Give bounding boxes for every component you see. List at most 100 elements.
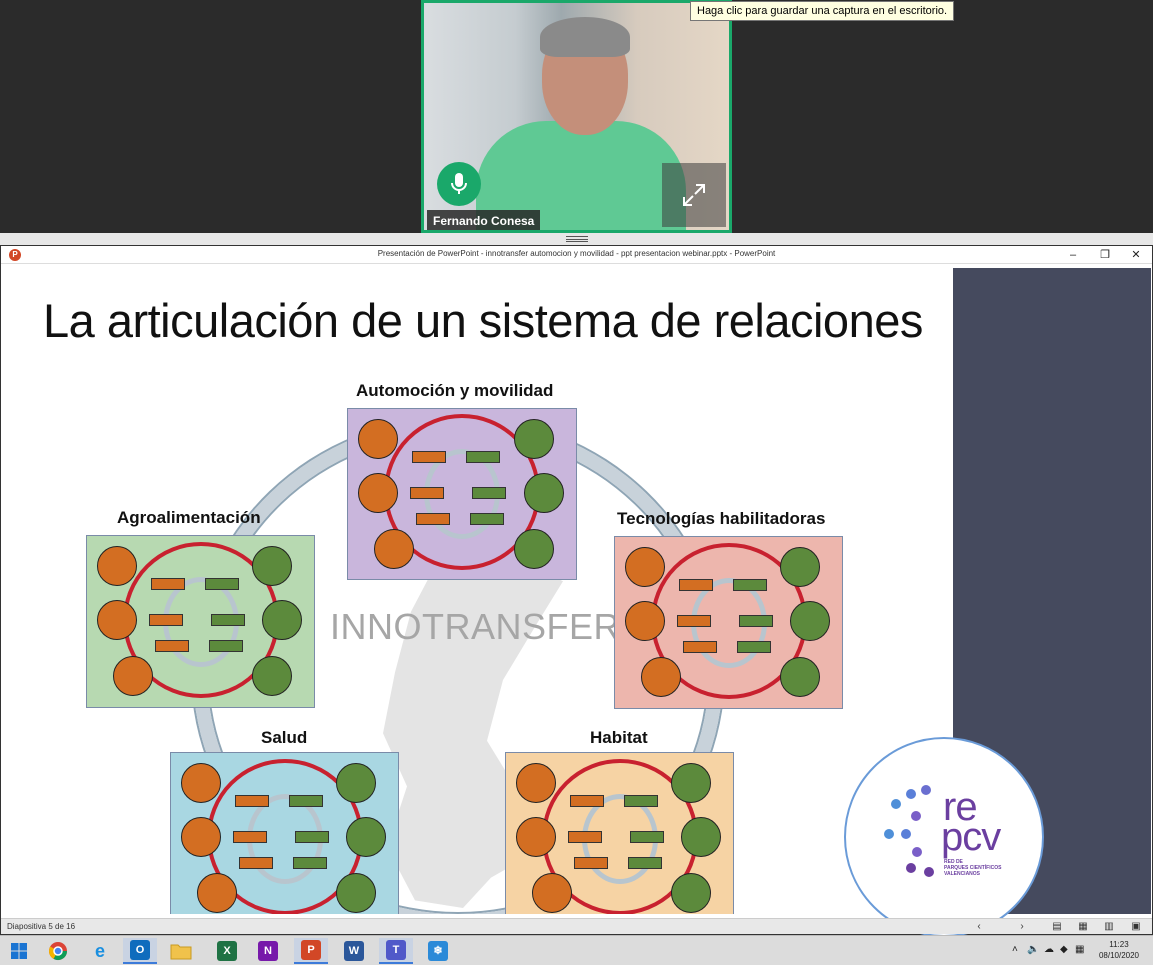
taskbar-internet-explorer[interactable]: e (83, 938, 117, 964)
restore-button[interactable]: ❐ (1097, 248, 1113, 262)
logo-dot (921, 785, 931, 795)
chrome-icon (48, 942, 67, 961)
green-node (524, 473, 564, 513)
notes-view-icon[interactable]: ▤ (1050, 920, 1064, 934)
taskbar-excel[interactable]: X (210, 938, 244, 964)
ie-icon: e (94, 941, 105, 961)
green-box (209, 640, 243, 652)
orange-node (358, 419, 398, 459)
green-box (472, 487, 506, 499)
taskbar-onenote[interactable]: N (251, 938, 285, 964)
green-node (514, 419, 554, 459)
green-node (262, 600, 302, 640)
orange-box (239, 857, 273, 869)
desktop: Fernando Conesa Haga clic para guardar u… (0, 0, 1153, 965)
cluster-agroalimentacion (86, 535, 315, 708)
cluster-label-tecnologias: Tecnologías habilitadoras (617, 509, 826, 528)
orange-box (412, 451, 446, 463)
green-box (737, 641, 771, 653)
orange-box (574, 857, 608, 869)
clock-time: 11:23 (1109, 940, 1129, 949)
green-box (470, 513, 504, 525)
presenter-view-icon[interactable]: ▣ (1129, 920, 1143, 934)
taskbar-chrome[interactable] (41, 938, 75, 964)
green-node (681, 817, 721, 857)
logo-dot (912, 847, 922, 857)
powerpoint-icon: P (301, 940, 321, 960)
word-icon: W (344, 941, 364, 961)
orange-box (416, 513, 450, 525)
participant-video-tile[interactable]: Fernando Conesa (421, 0, 732, 233)
orange-box (149, 614, 183, 626)
minimize-button[interactable]: – (1065, 248, 1081, 262)
start-button[interactable] (2, 938, 36, 964)
excel-icon: X (217, 941, 237, 961)
green-node (336, 763, 376, 803)
taskbar-teams[interactable]: T (379, 938, 413, 964)
slide-sorter-icon[interactable]: ▦ (1076, 920, 1090, 934)
expand-video-button[interactable] (662, 163, 726, 227)
participant-name: Fernando Conesa (427, 210, 541, 230)
orange-node (516, 763, 556, 803)
cluster-label-habitat: Habitat (590, 728, 648, 747)
expand-icon (683, 184, 705, 206)
orange-node (181, 817, 221, 857)
slide-canvas[interactable]: La articulación de un sistema de relacio… (3, 268, 953, 914)
green-box (466, 451, 500, 463)
green-node (346, 817, 386, 857)
green-node (780, 657, 820, 697)
reading-view-icon[interactable]: ▥ (1102, 920, 1116, 934)
taskbar-snowflake-app[interactable]: ❄ (421, 938, 455, 964)
orange-node (97, 546, 137, 586)
orange-box (677, 615, 711, 627)
green-node (671, 873, 711, 913)
cluster-habitat (505, 752, 734, 914)
screenshot-tooltip: Haga clic para guardar una captura en el… (690, 1, 955, 21)
green-box (630, 831, 664, 843)
ppt-titlebar[interactable]: P Presentación de PowerPoint - innotrans… (1, 246, 1152, 264)
microphone-button[interactable] (437, 162, 481, 206)
orange-box (235, 795, 269, 807)
green-box (211, 614, 245, 626)
windows-taskbar: e O X N P W T ❄ ˄ 🔈 ☁ ◆ ▦ 11:23 08/10/20… (0, 935, 1153, 965)
cluster-automocion (347, 408, 577, 580)
innotransfer-label: INNOTRANSFER (330, 606, 621, 647)
taskbar-powerpoint[interactable]: P (294, 938, 328, 964)
logo-dot (911, 811, 921, 821)
green-box (628, 857, 662, 869)
green-node (252, 656, 292, 696)
repcv-logo: re pcv RED DE PARQUES CIENTÍFICOS VALENC… (844, 737, 1044, 937)
green-box (739, 615, 773, 627)
close-button[interactable]: ✕ (1128, 248, 1144, 262)
green-node (252, 546, 292, 586)
orange-box (155, 640, 189, 652)
network-icon[interactable]: ▦ (1075, 944, 1084, 955)
cluster-label-automocion: Automoción y movilidad (356, 381, 554, 400)
slide-counter: Diapositiva 5 de 16 (7, 922, 76, 931)
system-clock[interactable]: 11:23 08/10/2020 (1099, 939, 1139, 961)
onedrive-icon[interactable]: ☁ (1044, 944, 1054, 955)
tray-overflow-icon[interactable]: ˄ (1012, 944, 1018, 955)
orange-node (374, 529, 414, 569)
taskbar-outlook[interactable]: O (123, 938, 157, 964)
taskbar-file-explorer[interactable] (164, 938, 198, 964)
next-slide-icon[interactable]: › (1015, 920, 1029, 934)
previous-slide-icon[interactable]: ‹ (972, 920, 986, 934)
volume-icon[interactable]: 🔈 (1027, 944, 1039, 955)
outlook-icon: O (130, 940, 150, 960)
panel-splitter[interactable] (0, 233, 1153, 245)
orange-node (181, 763, 221, 803)
orange-node (532, 873, 572, 913)
splitter-grip-icon[interactable] (565, 236, 588, 242)
logo-dot (901, 829, 911, 839)
taskbar-word[interactable]: W (337, 938, 371, 964)
logo-dot (924, 867, 934, 877)
dropbox-icon[interactable]: ◆ (1060, 944, 1068, 955)
logo-dot (906, 789, 916, 799)
green-node (671, 763, 711, 803)
windows-icon (11, 943, 27, 959)
orange-box (233, 831, 267, 843)
cluster-label-salud: Salud (261, 728, 308, 747)
orange-box (151, 578, 185, 590)
cluster-tecnologias (614, 536, 843, 709)
